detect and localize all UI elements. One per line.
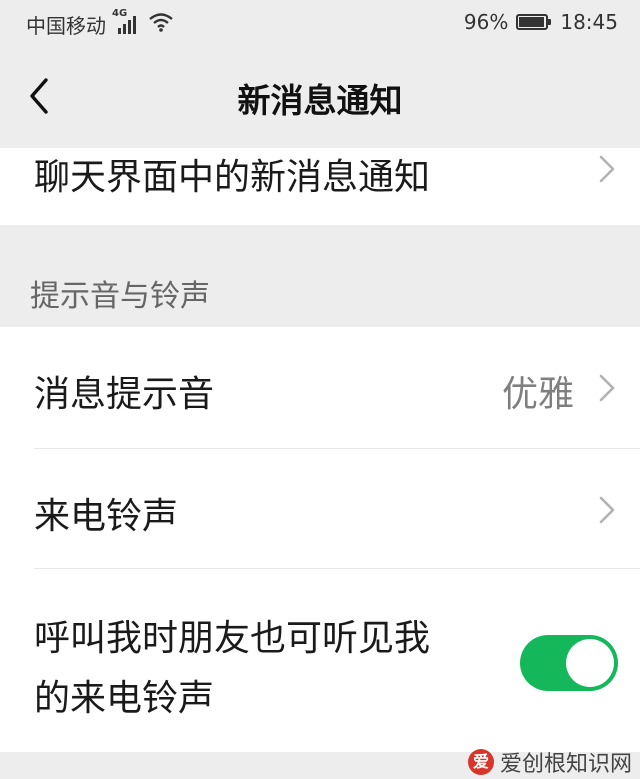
message-sound-label: 消息提示音 (34, 374, 215, 415)
message-sound-value: 优雅 (501, 374, 574, 415)
nav-bar: 新消息通知 (0, 44, 640, 148)
chat-notification-row[interactable]: 聊天界面中的新消息通知 (0, 148, 640, 225)
friend-hear-ringtone-label-line1: 呼叫我时朋友也可听见我 (34, 618, 431, 659)
watermark-logo: 爱 (467, 749, 494, 775)
chevron-right-icon (599, 374, 615, 402)
toggle-knob (566, 639, 614, 687)
battery-fill (519, 17, 545, 27)
chevron-right-icon (599, 496, 615, 524)
section-header: 提示音与铃声 (0, 225, 640, 327)
wifi-icon (148, 11, 174, 38)
ringtone-row[interactable]: 来电铃声 (0, 449, 640, 569)
message-sound-row[interactable]: 消息提示音 优雅 (0, 327, 640, 449)
chat-notification-label: 聊天界面中的新消息通知 (34, 157, 431, 198)
carrier-name: 中国移动 (26, 14, 106, 38)
battery-percent: 96% (463, 10, 509, 34)
chevron-right-icon (599, 155, 615, 183)
page-title: 新消息通知 (237, 81, 403, 120)
network-type: 4G (112, 7, 128, 19)
section-header-label: 提示音与铃声 (30, 279, 210, 314)
friend-hear-ringtone-row: 呼叫我时朋友也可听见我 的来电铃声 (0, 569, 640, 752)
status-bar: 中国移动 4G 96% 18:45 (0, 0, 640, 44)
watermark: 爱 爱创根知识网 (467, 746, 632, 778)
friend-hear-ringtone-label-line2: 的来电铃声 (34, 678, 215, 719)
friend-hear-ringtone-toggle[interactable] (520, 635, 618, 691)
signal-icon: 4G (112, 8, 138, 36)
status-right: 96% 18:45 (464, 10, 618, 34)
battery-icon (516, 14, 552, 30)
status-left: 中国移动 4G (26, 8, 174, 39)
ringtone-label: 来电铃声 (34, 496, 179, 537)
clock: 18:45 (560, 10, 618, 34)
watermark-text: 爱创根知识网 (499, 752, 632, 777)
